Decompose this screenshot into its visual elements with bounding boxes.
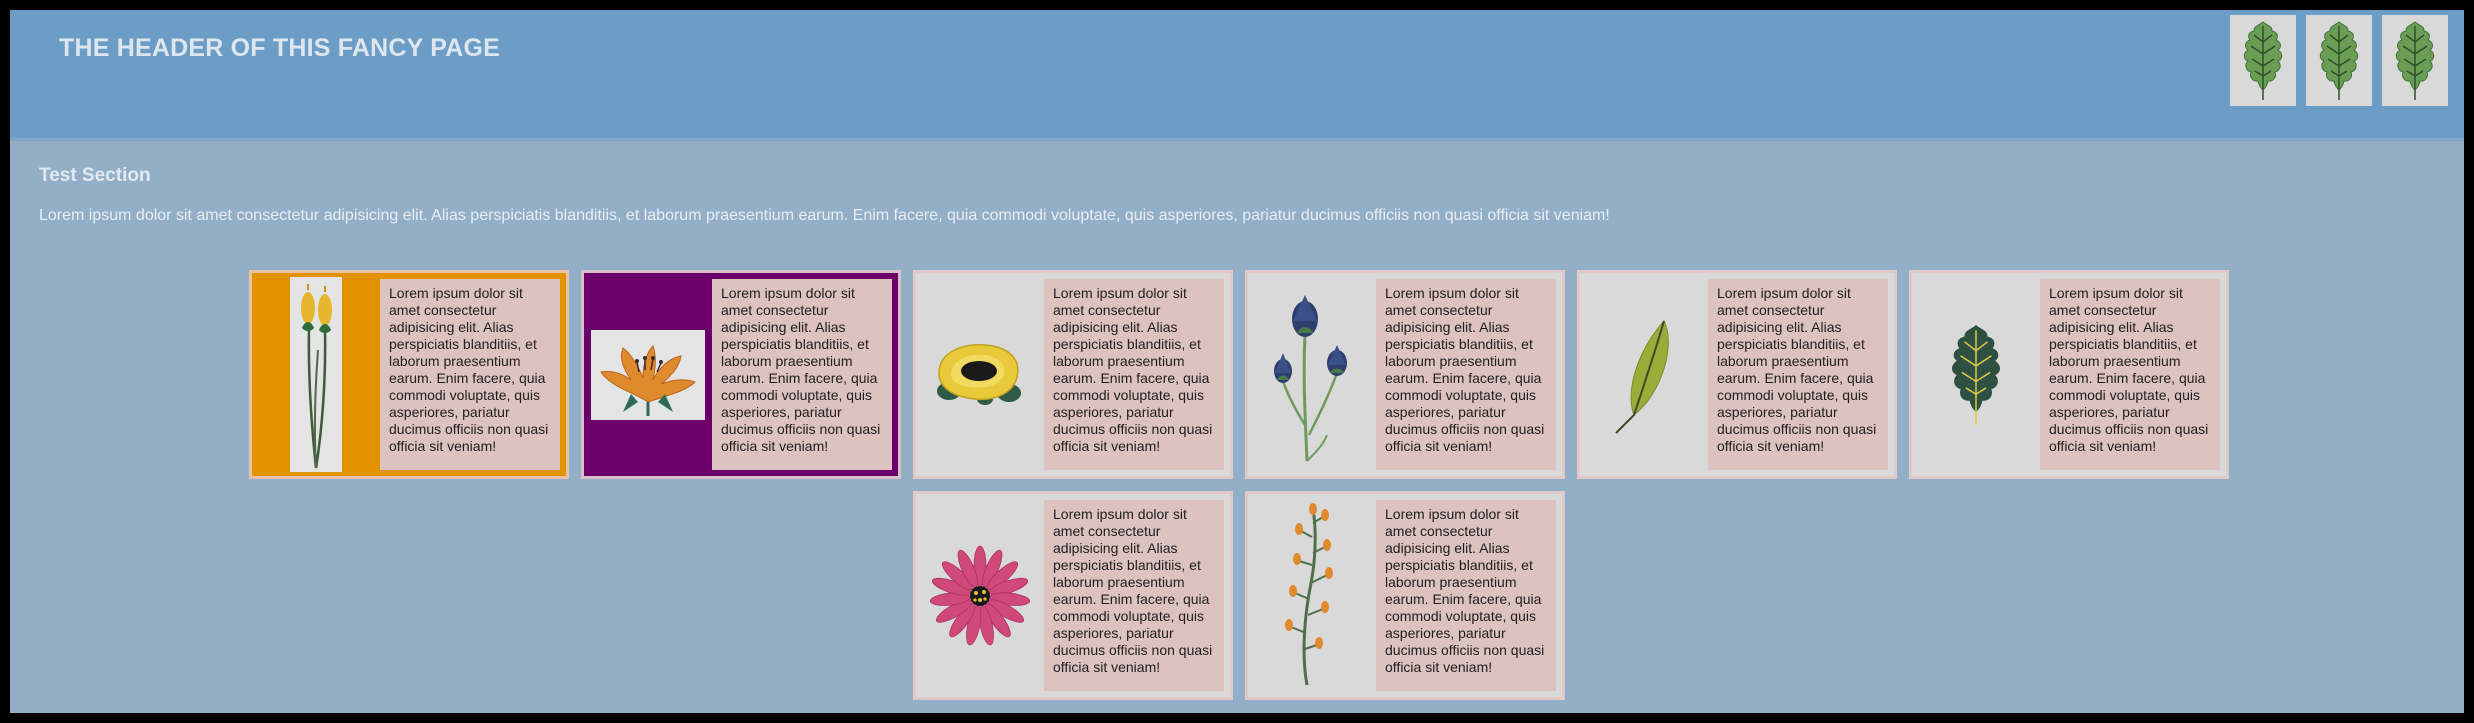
card: Lorem ipsum dolor sit amet consectetur a… — [1909, 270, 2229, 479]
card-image — [1580, 279, 1708, 470]
page: THE HEADER OF THIS FANCY PAGE Test Secti… — [10, 10, 2464, 713]
card-image — [1248, 279, 1376, 470]
oak-leaf-icon — [2230, 15, 2296, 106]
card-image — [916, 279, 1044, 470]
pink-daisy-illustration — [929, 545, 1031, 645]
header-leaf-icons — [2230, 15, 2448, 106]
card-image — [1912, 279, 2040, 470]
card: Lorem ipsum dolor sit amet consectetur a… — [1245, 270, 1565, 479]
oak-leaf-icon — [2306, 15, 2372, 106]
oak-leaf-icon — [2382, 15, 2448, 106]
card-image — [584, 279, 712, 470]
orange-berry-sprig-illustration — [1285, 503, 1333, 686]
card: Lorem ipsum dolor sit amet consectetur a… — [913, 491, 1233, 700]
card-image — [252, 277, 380, 472]
card: Lorem ipsum dolor sit amet consectetur a… — [913, 270, 1233, 479]
section-intro: Lorem ipsum dolor sit amet consectetur a… — [39, 207, 1610, 224]
card-text: Lorem ipsum dolor sit amet consectetur a… — [1044, 279, 1224, 470]
card-text: Lorem ipsum dolor sit amet consectetur a… — [1376, 500, 1556, 691]
card-text: Lorem ipsum dolor sit amet consectetur a… — [1708, 279, 1888, 470]
olive-leaf-illustration — [1615, 319, 1669, 434]
card: Lorem ipsum dolor sit amet consectetur a… — [581, 270, 901, 479]
card-grid: Lorem ipsum dolor sit amet consectetur a… — [87, 270, 2391, 700]
oak-leaf-illustration — [1952, 324, 2000, 425]
card-text: Lorem ipsum dolor sit amet consectetur a… — [380, 279, 560, 470]
header-title: THE HEADER OF THIS FANCY PAGE — [59, 34, 501, 62]
card-image — [1248, 500, 1376, 691]
card: Lorem ipsum dolor sit amet consectetur a… — [1577, 270, 1897, 479]
card-text: Lorem ipsum dolor sit amet consectetur a… — [712, 279, 892, 470]
card-text: Lorem ipsum dolor sit amet consectetur a… — [2040, 279, 2220, 470]
orange-flower-illustration — [591, 329, 705, 420]
blue-thistle-illustration — [1274, 294, 1347, 462]
yellow-rose-illustration — [937, 343, 1021, 405]
card: Lorem ipsum dolor sit amet consectetur a… — [1245, 491, 1565, 700]
card: Lorem ipsum dolor sit amet consectetur a… — [249, 270, 569, 479]
page-header: THE HEADER OF THIS FANCY PAGE — [10, 10, 2464, 141]
yellow-tulip-buds-illustration — [290, 277, 342, 472]
card-text: Lorem ipsum dolor sit amet consectetur a… — [1044, 500, 1224, 691]
card-image — [916, 500, 1044, 691]
card-text: Lorem ipsum dolor sit amet consectetur a… — [1376, 279, 1556, 470]
section-title: Test Section — [39, 165, 151, 186]
